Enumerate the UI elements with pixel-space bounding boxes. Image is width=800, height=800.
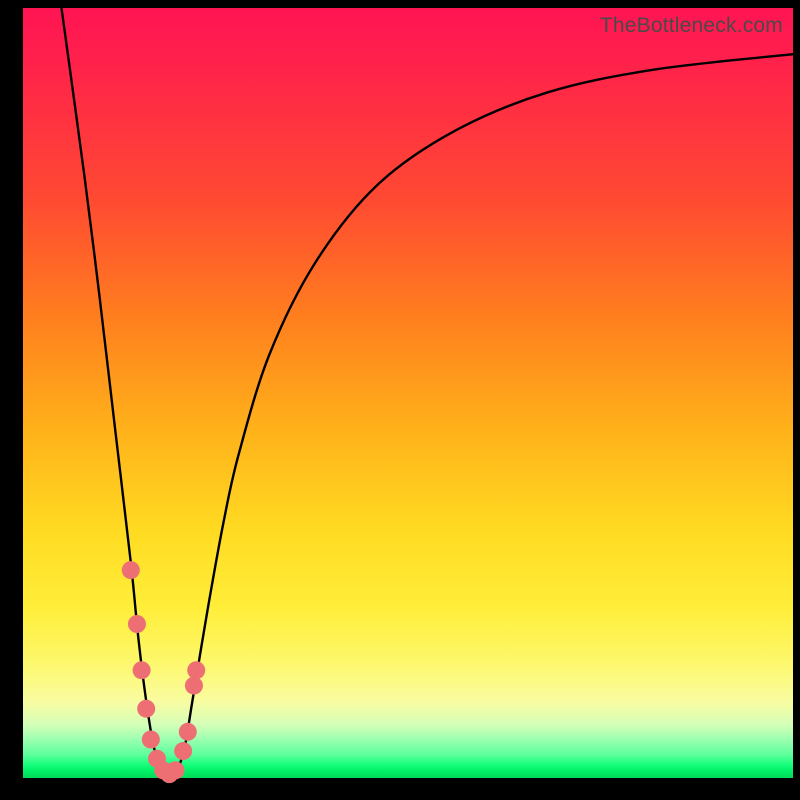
bottleneck-curve-svg — [23, 8, 793, 778]
plot-area: TheBottleneck.com — [23, 8, 793, 778]
curve-layer — [62, 8, 794, 778]
highlight-point — [133, 661, 151, 679]
highlight-point — [166, 761, 184, 779]
bottleneck-curve — [62, 8, 794, 778]
highlight-point — [174, 742, 192, 760]
highlight-point — [185, 677, 203, 695]
highlight-point — [187, 661, 205, 679]
highlight-point — [122, 561, 140, 579]
highlight-point — [142, 731, 160, 749]
highlight-point — [137, 700, 155, 718]
highlight-point — [179, 723, 197, 741]
highlight-point — [128, 615, 146, 633]
chart-frame: TheBottleneck.com — [0, 0, 800, 800]
